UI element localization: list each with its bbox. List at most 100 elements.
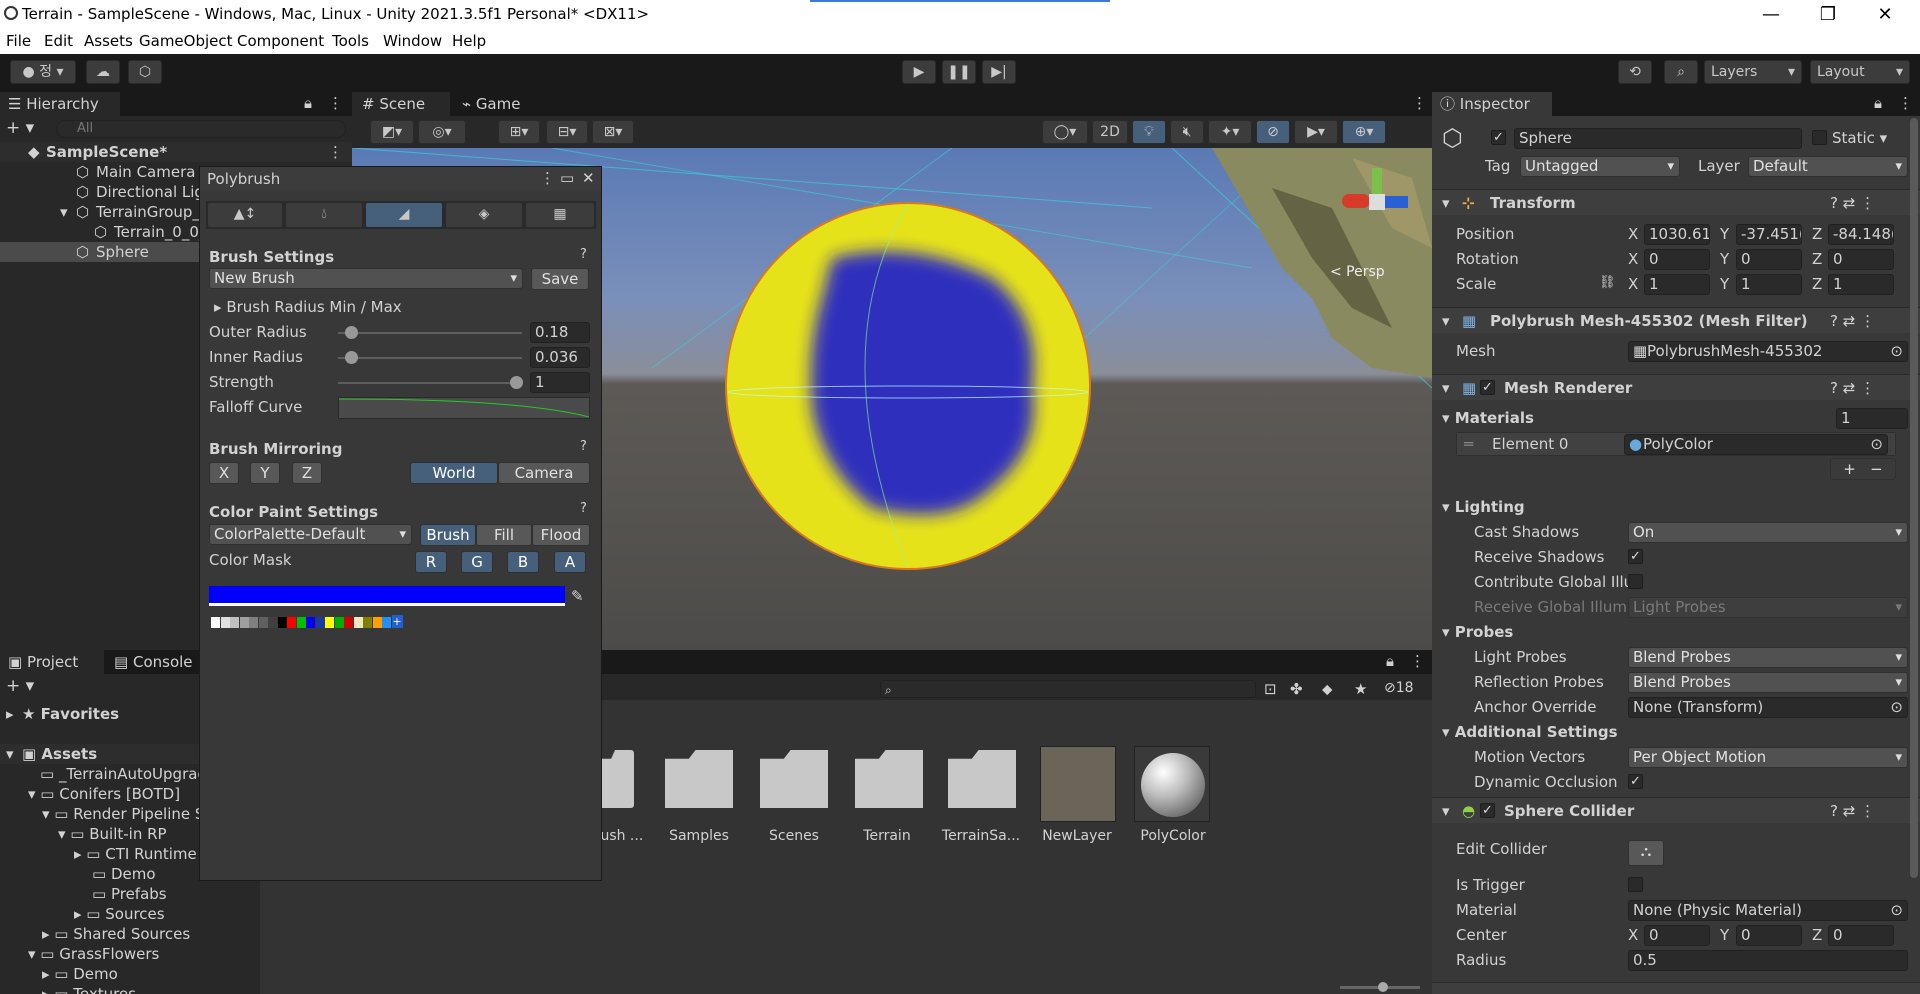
- restore-icon[interactable]: ❐: [1805, 2, 1851, 28]
- material-field[interactable]: PolyColor ● ⊙: [1624, 434, 1888, 455]
- cloud-icon[interactable]: ☁: [86, 60, 120, 84]
- help-icon[interactable]: ?: [580, 439, 587, 454]
- folder-icon[interactable]: [855, 750, 923, 808]
- active-checkbox[interactable]: ✓: [1491, 130, 1506, 145]
- save-brush-button[interactable]: Save: [531, 268, 589, 290]
- history-icon[interactable]: ⟲: [1618, 60, 1652, 84]
- hidden-count[interactable]: ⊘18: [1384, 680, 1414, 696]
- minimize-icon[interactable]: —: [1748, 2, 1794, 28]
- inner-radius-field[interactable]: 0.036: [530, 347, 590, 368]
- anchor-override-field[interactable]: None (Transform) ⊙: [1628, 697, 1908, 718]
- outer-radius-field[interactable]: 0.18: [530, 322, 590, 343]
- eyedropper-icon[interactable]: ✎: [571, 587, 584, 605]
- collider-material-field[interactable]: None (Physic Material) ⊙: [1628, 900, 1908, 921]
- help-icon[interactable]: ?: [580, 247, 587, 262]
- menu-gameobject[interactable]: GameObject: [139, 32, 233, 50]
- center-x-field[interactable]: 0: [1644, 925, 1710, 946]
- expand-icon[interactable]: ▾: [60, 202, 68, 222]
- folder-icon[interactable]: [948, 750, 1016, 808]
- project-add-icon[interactable]: + ▾: [6, 676, 34, 696]
- tab-hierarchy[interactable]: ☰ Hierarchy: [0, 92, 120, 116]
- filter-label-icon[interactable]: ✤: [1290, 680, 1303, 698]
- strength-field[interactable]: 1: [530, 372, 590, 393]
- step-icon[interactable]: ▶|: [982, 60, 1016, 84]
- color-swatch[interactable]: [258, 617, 268, 628]
- object-picker-icon[interactable]: ⊙: [1870, 435, 1883, 454]
- prefab-scatter-icon[interactable]: ▦: [525, 202, 595, 228]
- brush-preset-dropdown[interactable]: New Brush: [209, 268, 523, 289]
- menu-edit[interactable]: Edit: [44, 32, 73, 50]
- pause-icon[interactable]: ❚❚: [942, 60, 976, 84]
- maximize-icon[interactable]: ▭: [560, 169, 574, 187]
- static-label[interactable]: Static ▾: [1832, 129, 1887, 147]
- paint-vertex-color-icon[interactable]: ◢: [365, 202, 443, 228]
- project-more-icon[interactable]: ⋮: [1410, 652, 1425, 670]
- color-swatch[interactable]: [334, 617, 344, 628]
- mask-b-button[interactable]: B: [507, 551, 539, 573]
- rotation-z-field[interactable]: 0: [1828, 249, 1894, 270]
- probes-foldout[interactable]: ▾ Probes: [1442, 623, 1513, 641]
- color-swatch[interactable]: [306, 617, 315, 628]
- tab-console[interactable]: ▤ Console: [110, 650, 208, 674]
- dynamic-occlusion-checkbox[interactable]: ✓: [1628, 774, 1643, 789]
- terrain-layer-thumbnail[interactable]: [1040, 746, 1116, 822]
- sculpt-mode-icon[interactable]: ▲↕: [207, 202, 283, 228]
- add-icon[interactable]: + ▾: [6, 118, 34, 138]
- menu-help[interactable]: Help: [452, 32, 486, 50]
- object-picker-icon[interactable]: ⊙: [1890, 901, 1903, 920]
- visibility-icon[interactable]: ⊘: [1256, 120, 1290, 144]
- strength-slider[interactable]: [338, 376, 523, 389]
- more-menu-icon[interactable]: ⋮: [328, 94, 343, 112]
- scale-x-field[interactable]: 1: [1644, 274, 1710, 295]
- menu-assets[interactable]: Assets: [84, 32, 133, 50]
- material-thumbnail[interactable]: [1134, 746, 1210, 822]
- polybrush-close-icon[interactable]: ✕: [582, 169, 595, 187]
- color-swatch[interactable]: [277, 617, 287, 628]
- collab-icon[interactable]: ⬡: [128, 60, 162, 84]
- color-swatch[interactable]: [382, 617, 391, 628]
- inspector-lock-icon[interactable]: 🔒︎: [1874, 94, 1882, 112]
- tag-dropdown[interactable]: Untagged: [1520, 156, 1680, 177]
- lighting-icon[interactable]: 💡︎: [1132, 120, 1166, 144]
- layers-dropdown[interactable]: Layers ▾: [1704, 60, 1802, 84]
- color-swatch[interactable]: [363, 617, 372, 628]
- folder-icon[interactable]: [665, 750, 733, 808]
- hierarchy-scene-row[interactable]: ◆ SampleScene* ⋮: [0, 142, 352, 162]
- menu-component[interactable]: Component: [237, 32, 324, 50]
- menu-tools[interactable]: Tools: [332, 32, 369, 50]
- center-y-field[interactable]: 0: [1736, 925, 1802, 946]
- static-checkbox[interactable]: [1812, 130, 1827, 145]
- paint-brush-button[interactable]: Brush: [420, 524, 476, 546]
- account-button[interactable]: ● 정 ▾: [10, 60, 76, 84]
- persp-label[interactable]: < Persp: [1330, 264, 1385, 280]
- grid-snap-icon[interactable]: ⊞▾: [498, 120, 540, 144]
- is-trigger-checkbox[interactable]: [1628, 877, 1643, 892]
- reflection-probes-dropdown[interactable]: Blend Probes: [1628, 672, 1908, 693]
- scene-more-icon[interactable]: ⋮: [1412, 94, 1427, 112]
- contribute-gi-checkbox[interactable]: [1628, 574, 1643, 589]
- mirror-z-button[interactable]: Z: [292, 462, 322, 484]
- color-swatch[interactable]: [211, 617, 220, 628]
- close-window-icon[interactable]: ✕: [1862, 2, 1908, 28]
- mask-g-button[interactable]: G: [461, 551, 493, 573]
- effects-icon[interactable]: ✦▾: [1208, 120, 1252, 144]
- object-picker-icon[interactable]: ⊙: [1890, 698, 1903, 717]
- color-swatch[interactable]: [344, 617, 353, 628]
- inspector-scrollbar[interactable]: [1910, 118, 1918, 878]
- shading-icon[interactable]: ◯▾: [1042, 120, 1088, 144]
- light-probes-dropdown[interactable]: Blend Probes: [1628, 647, 1908, 668]
- color-swatch[interactable]: [249, 617, 258, 628]
- mask-r-button[interactable]: R: [415, 551, 447, 573]
- folder-icon[interactable]: [760, 750, 828, 808]
- inner-radius-slider[interactable]: [338, 351, 522, 364]
- menu-file[interactable]: File: [6, 32, 31, 50]
- zoom-slider[interactable]: [1340, 982, 1420, 992]
- position-x-field[interactable]: 1030.61: [1644, 224, 1710, 245]
- transform-header[interactable]: ▾ ⊹ Transform? ⇄ ⋮: [1432, 189, 1920, 215]
- mirror-x-button[interactable]: X: [209, 462, 239, 484]
- object-name-field[interactable]: Sphere: [1514, 128, 1802, 149]
- radius-field[interactable]: 0.5: [1628, 950, 1908, 971]
- mesh-field[interactable]: PolybrushMesh-455302 ▦ ⊙: [1628, 341, 1908, 362]
- favorite-icon[interactable]: ★: [1354, 680, 1367, 698]
- layer-dropdown[interactable]: Default: [1748, 156, 1908, 177]
